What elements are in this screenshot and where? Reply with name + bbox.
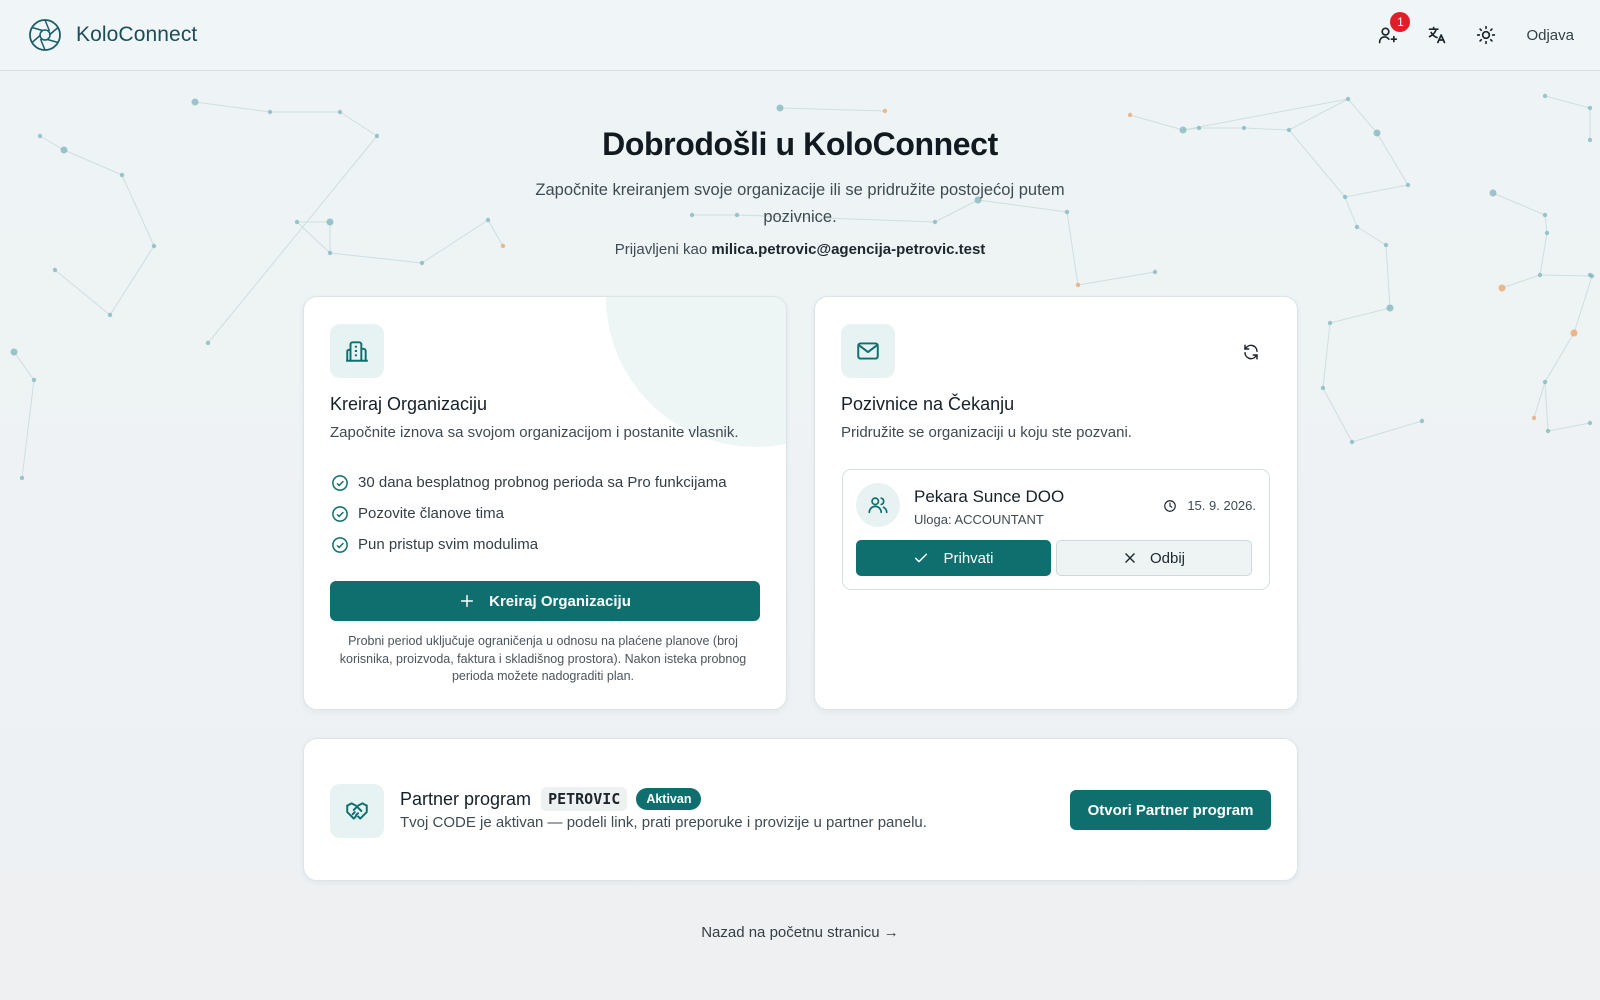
handshake-icon bbox=[346, 802, 368, 820]
mail-icon bbox=[857, 342, 879, 360]
logged-in-email: milica.petrovic@agencija-petrovic.test bbox=[711, 241, 986, 258]
invitations-button[interactable]: 1 bbox=[1368, 12, 1411, 52]
check-circle-icon bbox=[332, 474, 348, 491]
create-org-title: Kreiraj Organizaciju bbox=[330, 394, 488, 414]
create-organization-card: Kreiraj Organizaciju Započnite iznova sa… bbox=[303, 296, 787, 710]
partner-program-card: Partner program PETROVIC Aktivan Tvoj CO… bbox=[303, 738, 1298, 881]
invitation-organization-name: Pekara Sunce DOO bbox=[914, 487, 1065, 506]
feature-label: Pun pristup svim modulima bbox=[358, 536, 539, 553]
feature-list: 30 dana besplatnog probnog perioda sa Pr… bbox=[331, 467, 727, 560]
refresh-button[interactable] bbox=[1235, 336, 1267, 368]
partner-title-row: Partner program PETROVIC Aktivan bbox=[400, 787, 702, 811]
logged-in-prefix: Prijavljeni kao bbox=[614, 241, 708, 258]
invites-icon-box bbox=[841, 324, 895, 378]
feature-label: Pozovite članove tima bbox=[358, 505, 504, 522]
reject-invitation-button[interactable]: Odbij bbox=[1056, 540, 1252, 576]
open-partner-program-label: Otvori Partner program bbox=[1087, 801, 1254, 819]
invites-title: Pozivnice na Čekanju bbox=[841, 394, 1015, 414]
create-organization-button[interactable]: Kreiraj Organizaciju bbox=[330, 581, 760, 621]
translate-icon bbox=[1429, 26, 1446, 44]
logged-in-info: Prijavljeni kao milica.petrovic@agencija… bbox=[0, 241, 1600, 258]
clock-icon bbox=[1164, 499, 1177, 512]
refresh-icon bbox=[1244, 344, 1258, 360]
top-bar: KoloConnect 1 Odjava bbox=[0, 0, 1600, 71]
theme-toggle-button[interactable] bbox=[1466, 18, 1506, 52]
feature-item: Pun pristup svim modulima bbox=[331, 529, 727, 560]
check-circle-icon bbox=[332, 536, 348, 553]
organization-avatar bbox=[856, 483, 900, 527]
feature-item: 30 dana besplatnog probnog perioda sa Pr… bbox=[331, 467, 727, 498]
create-org-icon-box bbox=[330, 324, 384, 378]
pending-invitations-card: Pozivnice na Čekanju Pridružite se organ… bbox=[814, 296, 1298, 710]
welcome-section: Dobrodošli u KoloConnect Započnite kreir… bbox=[0, 126, 1600, 258]
partner-title: Partner program bbox=[400, 788, 532, 809]
partner-icon-box bbox=[330, 784, 384, 838]
check-icon bbox=[915, 553, 928, 563]
partner-code: PETROVIC bbox=[541, 787, 628, 811]
invitation-date: 15. 9. 2026. bbox=[1163, 498, 1256, 513]
plus-icon bbox=[461, 594, 474, 608]
reject-invitation-label: Odbij bbox=[1149, 549, 1186, 567]
invitation-date-text: 15. 9. 2026. bbox=[1187, 498, 1256, 513]
check-circle-icon bbox=[332, 505, 348, 522]
invitation-item: Pekara Sunce DOO Uloga: ACCOUNTANT 15. 9… bbox=[842, 469, 1270, 590]
open-partner-program-button[interactable]: Otvori Partner program bbox=[1070, 790, 1271, 830]
aperture-icon bbox=[29, 19, 61, 51]
create-organization-button-label: Kreiraj Organizaciju bbox=[489, 592, 631, 610]
brand[interactable]: KoloConnect bbox=[28, 18, 197, 52]
partner-description: Tvoj CODE je aktivan — podeli link, prat… bbox=[400, 814, 927, 831]
sun-icon bbox=[1477, 25, 1496, 45]
create-org-description: Započnite iznova sa svojom organizacijom… bbox=[330, 424, 739, 441]
building-icon bbox=[346, 341, 368, 362]
feature-label: 30 dana besplatnog probnog perioda sa Pr… bbox=[358, 474, 727, 491]
close-icon bbox=[1125, 553, 1135, 563]
feature-item: Pozovite članove tima bbox=[331, 498, 727, 529]
back-to-home-link[interactable]: Nazad na početnu stranicu → bbox=[0, 924, 1600, 941]
logout-button[interactable]: Odjava bbox=[1526, 27, 1574, 44]
accept-invitation-button[interactable]: Prihvati bbox=[856, 540, 1051, 576]
back-to-home-label: Nazad na početnu stranicu → bbox=[701, 924, 899, 941]
language-button[interactable] bbox=[1417, 18, 1457, 52]
page-subtitle: Započnite kreiranjem svoje organizacije … bbox=[535, 181, 1065, 226]
accept-invitation-label: Prihvati bbox=[943, 549, 994, 567]
trial-note: Probni period uključuje ograničenja u od… bbox=[339, 634, 747, 683]
status-badge: Aktivan bbox=[636, 788, 702, 810]
invites-description: Pridružite se organizaciji u koju ste po… bbox=[841, 424, 1132, 441]
brand-name: KoloConnect bbox=[76, 23, 198, 46]
notification-badge: 1 bbox=[1390, 12, 1411, 32]
invitation-role: Uloga: ACCOUNTANT bbox=[914, 512, 1044, 527]
users-icon bbox=[868, 497, 888, 514]
page-title: Dobrodošli u KoloConnect bbox=[602, 126, 998, 162]
